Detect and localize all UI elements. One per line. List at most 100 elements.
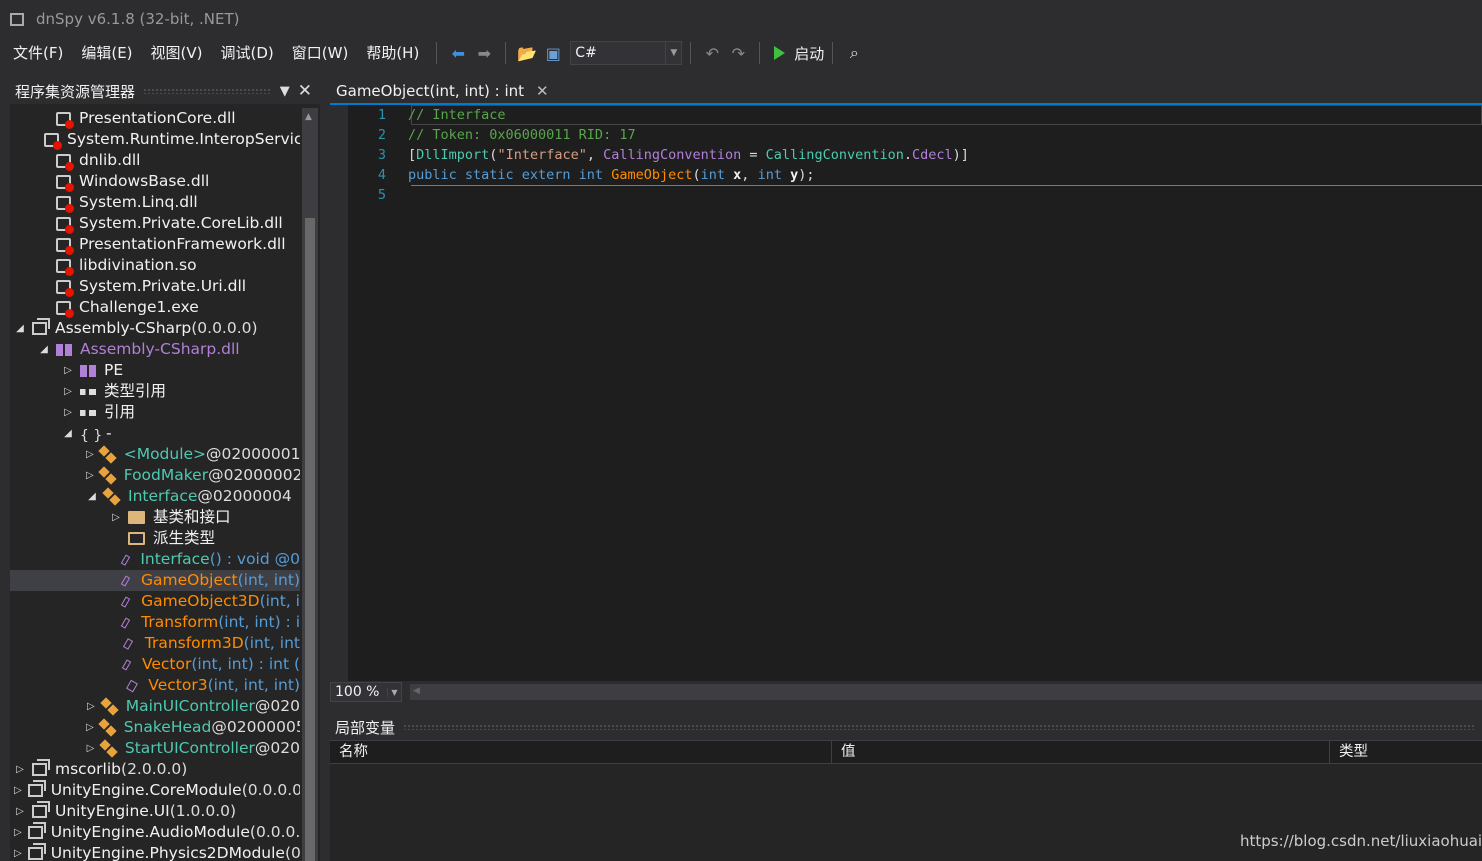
collapsed-arrow-icon[interactable]: ▷ [62,360,74,381]
tree-node[interactable]: PresentationCore.dll [10,108,300,129]
tree-node[interactable]: ▷ PE [10,360,300,381]
start-button[interactable]: 启动 [774,43,824,64]
tree-node[interactable]: Challenge1.exe [10,297,300,318]
collapsed-arrow-icon[interactable]: ▷ [62,402,74,423]
menu-edit[interactable]: 编辑(E) [72,39,141,67]
tree-node[interactable]: ▷ UnityEngine.Physics2DModule (0. [10,843,300,861]
collapsed-arrow-icon[interactable]: ▷ [62,381,74,402]
tree-node[interactable]: WindowsBase.dll [10,171,300,192]
expanded-arrow-icon[interactable]: ◢ [38,339,50,360]
tree-node[interactable]: ▷ SnakeHead @02000005 [10,717,300,738]
expanded-arrow-icon[interactable]: ◢ [14,318,26,339]
tree-node[interactable]: ▷ MainUIController @020 [10,696,300,717]
collapsed-arrow-icon[interactable]: ▷ [86,465,94,486]
tree-node[interactable]: ▷ StartUIController @020 [10,738,300,759]
collapsed-arrow-icon[interactable]: ▷ [14,801,26,822]
scrollbar-thumb[interactable] [305,218,315,861]
tree-node[interactable]: ▷ UnityEngine.CoreModule (0.0.0.0) [10,780,300,801]
open-folder-icon[interactable]: 📂 [514,40,540,66]
tree-node[interactable]: Transform3D (int, int [10,633,300,654]
tree-node[interactable]: ▷ UnityEngine.AudioModule (0.0.0. [10,822,300,843]
language-select[interactable]: C# ▼ [570,41,683,65]
tree-node[interactable]: Transform (int, int) : i [10,612,300,633]
tree-node[interactable]: Vector3 (int, int, int) [10,675,300,696]
method-icon [121,595,131,608]
menu-debug[interactable]: 调试(D) [212,39,283,67]
column-name[interactable]: 名称 [330,741,832,763]
tree-node-detail: (int, int, int) [207,676,300,694]
tree-scrollbar[interactable]: ▲ [302,108,318,861]
code-line-1[interactable]: 1 // Interface [350,105,506,125]
tree-node[interactable]: System.Private.CoreLib.dll [10,213,300,234]
scroll-left-icon[interactable]: ◀ [413,686,420,696]
horizontal-scrollbar[interactable]: ◀ [410,684,1482,700]
close-icon[interactable]: ✕ [536,82,549,100]
chevron-down-icon: ▼ [387,687,401,697]
code-line-5[interactable]: 5 [350,185,390,205]
assembly-tree[interactable]: PresentationCore.dll System.Runtime.Inter… [10,108,300,861]
expanded-arrow-icon[interactable]: ◢ [86,486,98,507]
tree-node[interactable]: ◢ Assembly-CSharp (0.0.0.0) [10,318,300,339]
tree-node[interactable]: ◢ Assembly-CSharp.dll [10,339,300,360]
tree-node[interactable]: ▷ FoodMaker @02000002 [10,465,300,486]
menu-file[interactable]: 文件(F) [4,39,72,67]
tree-node-detail: (int, int) [237,571,300,589]
collapsed-arrow-icon[interactable]: ▷ [86,696,96,717]
column-type[interactable]: 类型 [1330,741,1482,763]
open-list-icon[interactable]: ▣ [540,40,566,66]
collapsed-arrow-icon[interactable]: ▷ [86,717,94,738]
tree-node[interactable]: System.Linq.dll [10,192,300,213]
tree-node[interactable]: Vector (int, int) : int ( [10,654,300,675]
redo-icon[interactable]: ↷ [725,40,751,66]
code-line-3[interactable]: 3 [DllImport("Interface", CallingConvent… [350,145,969,165]
tree-node[interactable]: System.Runtime.InteropServices. [10,129,300,150]
tree-node[interactable]: ▷ UnityEngine.UI (1.0.0.0) [10,801,300,822]
code-line-2[interactable]: 2 // Token: 0x06000011 RID: 17 [350,125,636,145]
search-icon[interactable]: ⌕ [841,40,867,66]
code-editor[interactable]: 1 // Interface 2 // Token: 0x06000011 RI… [330,105,1482,681]
collapsed-arrow-icon[interactable]: ▷ [14,843,22,861]
collapsed-arrow-icon[interactable]: ▷ [14,759,26,780]
tree-node[interactable]: ▷ <Module> @02000001 [10,444,300,465]
collapsed-arrow-icon[interactable]: ▷ [86,444,94,465]
collapsed-arrow-icon[interactable]: ▷ [14,780,22,801]
code-area[interactable]: 1 // Interface 2 // Token: 0x06000011 RI… [350,105,1482,681]
tree-node[interactable]: Interface() : void @0 [10,549,300,570]
zoom-select[interactable]: 100 % ▼ [330,682,402,702]
menu-help[interactable]: 帮助(H) [357,39,428,67]
column-value[interactable]: 值 [832,741,1330,763]
menu-view[interactable]: 视图(V) [142,39,212,67]
tree-node[interactable]: dnlib.dll [10,150,300,171]
tree-node[interactable]: ▷ 类型引用 [10,381,300,402]
tab-gameobject[interactable]: GameObject(int, int) : int ✕ [330,78,555,105]
undo-icon[interactable]: ↶ [699,40,725,66]
menu-window[interactable]: 窗口(W) [283,39,358,67]
expanded-arrow-icon[interactable]: ◢ [62,423,74,444]
code-comment: // Token: 0x06000011 RID: 17 [408,127,636,143]
tree-node[interactable]: ▷ 基类和接口 [10,507,300,528]
tree-node[interactable]: PresentationFramework.dll [10,234,300,255]
back-icon[interactable]: ⬅ [445,40,471,66]
tree-node[interactable]: System.Private.Uri.dll [10,276,300,297]
class-icon [104,489,120,505]
tree-node[interactable]: GameObject3D (int, i [10,591,300,612]
scroll-up-icon[interactable]: ▲ [305,112,312,122]
tree-node[interactable]: ◢ Interface @02000004 [10,486,300,507]
window-title: dnSpy v6.1.8 (32-bit, .NET) [36,10,240,28]
collapsed-arrow-icon[interactable]: ▷ [86,738,95,759]
close-icon[interactable]: ✕ [298,81,312,101]
tree-node[interactable]: ◢ { } - [10,423,300,444]
tree-node[interactable]: 派生类型 [10,528,300,549]
tree-node[interactable]: ▷ mscorlib (2.0.0.0) [10,759,300,780]
tree-node[interactable]: ▷ 引用 [10,402,300,423]
forward-icon[interactable]: ➡ [471,40,497,66]
collapsed-arrow-icon[interactable]: ▷ [14,822,22,843]
panel-menu-icon[interactable]: ▼ [280,84,290,99]
tree-node[interactable]: GameObject (int, int) [10,570,300,591]
tree-node[interactable]: libdivination.so [10,255,300,276]
tree-node-label: PE [104,361,124,379]
code-line-4[interactable]: 4 public static extern int GameObject(in… [350,165,815,185]
collapsed-arrow-icon[interactable]: ▷ [110,507,122,528]
tree-node-detail: () : void @0 [209,550,300,568]
